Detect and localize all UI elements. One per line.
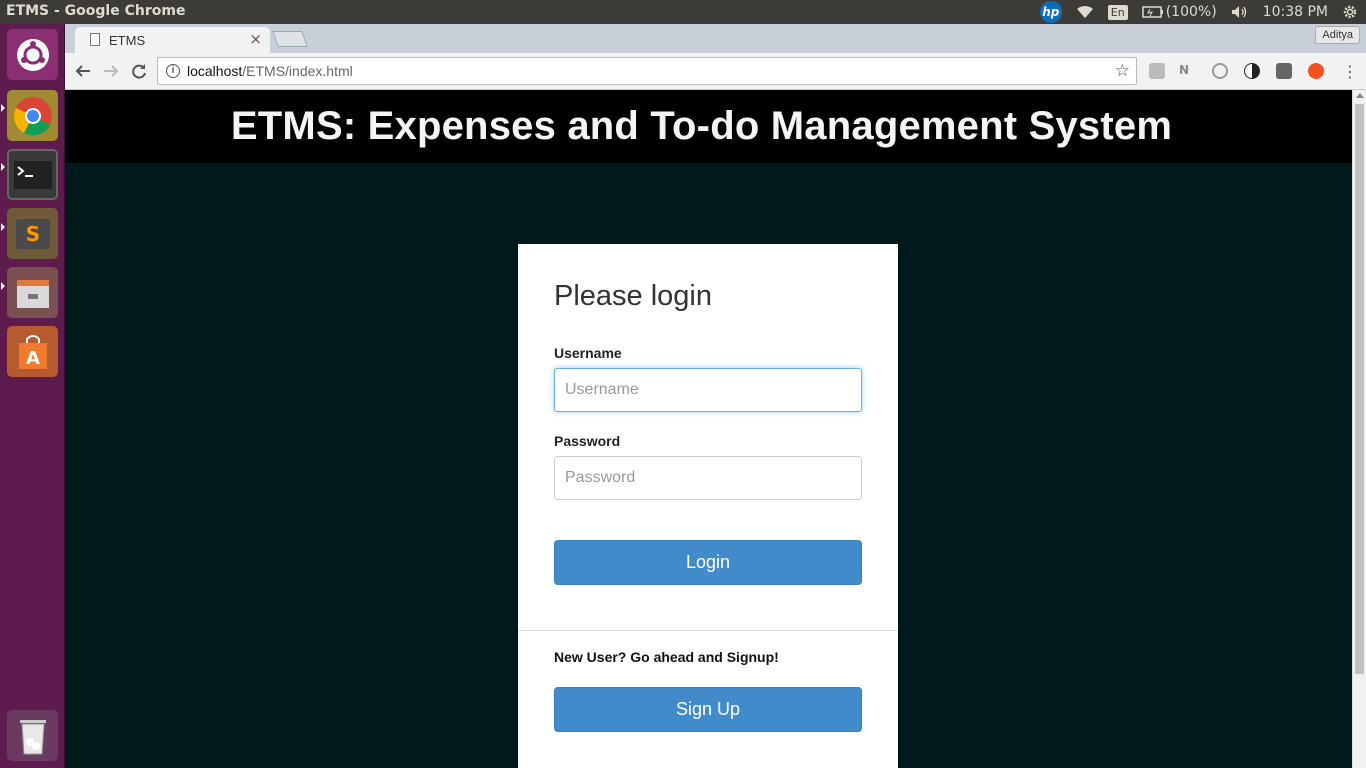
- svg-text:S: S: [25, 222, 39, 246]
- menu-kebab-icon[interactable]: ⋮: [1339, 60, 1361, 82]
- url-host: localhost: [187, 63, 243, 79]
- running-indicator: [1, 223, 5, 231]
- settings-gear-icon[interactable]: [1342, 4, 1358, 20]
- window-title: ETMS - Google Chrome: [6, 3, 186, 19]
- running-indicator: [1, 104, 5, 112]
- running-indicator: [1, 163, 5, 171]
- ubuntu-dash-icon[interactable]: [7, 29, 58, 80]
- tab-close-icon[interactable]: ×: [249, 30, 262, 48]
- battery-percent: (100%): [1165, 4, 1217, 20]
- scrollbar-thumb[interactable]: [1355, 104, 1364, 674]
- divider: [518, 630, 898, 631]
- launcher: S A: [0, 24, 65, 768]
- battery-icon: [1141, 6, 1163, 18]
- page-header: ETMS: Expenses and To-do Management Syst…: [65, 90, 1352, 163]
- page-favicon-icon: [90, 33, 100, 46]
- password-input[interactable]: [554, 456, 862, 500]
- running-indicator: [1, 282, 5, 290]
- battery-indicator[interactable]: (100%): [1141, 4, 1217, 20]
- chrome-launcher-icon[interactable]: [7, 90, 58, 141]
- extension-blocker-icon[interactable]: [1308, 63, 1324, 79]
- wifi-icon[interactable]: [1076, 5, 1094, 19]
- trash-launcher-icon[interactable]: [7, 710, 58, 761]
- url-path: /ETMS/index.html: [242, 63, 353, 79]
- forward-arrow-icon[interactable]: [100, 60, 122, 82]
- keyboard-language-indicator[interactable]: En: [1107, 4, 1128, 20]
- signup-button[interactable]: Sign Up: [554, 687, 862, 732]
- software-center-launcher-icon[interactable]: A: [7, 326, 58, 377]
- profile-button[interactable]: Aditya: [1315, 26, 1360, 44]
- login-button[interactable]: Login: [554, 540, 862, 585]
- volume-icon[interactable]: [1231, 5, 1249, 19]
- login-panel: Please login Username Password Login New…: [518, 244, 898, 768]
- indicator-area: hp En (100%) 10:38 PM: [1039, 0, 1358, 24]
- clock[interactable]: 10:38 PM: [1263, 4, 1328, 20]
- extension-image-icon[interactable]: [1149, 63, 1165, 79]
- address-url: localhost/ETMS/index.html: [187, 63, 353, 79]
- username-input[interactable]: [554, 368, 862, 412]
- extension-contrast-icon[interactable]: [1244, 63, 1260, 79]
- extension-notion-icon[interactable]: N: [1179, 63, 1195, 79]
- sublime-text-launcher-icon[interactable]: S: [7, 208, 58, 259]
- login-title: Please login: [554, 280, 712, 312]
- svg-text:A: A: [26, 348, 40, 369]
- new-tab-button[interactable]: [272, 31, 308, 47]
- back-arrow-icon[interactable]: [72, 60, 94, 82]
- extension-circle-icon[interactable]: [1212, 63, 1228, 79]
- page-viewport: ETMS: Expenses and To-do Management Syst…: [65, 90, 1352, 768]
- reload-icon[interactable]: [128, 60, 150, 82]
- address-bar[interactable]: i localhost/ETMS/index.html ☆: [157, 57, 1137, 85]
- scroll-up-arrow-icon[interactable]: [1356, 93, 1364, 98]
- terminal-launcher-icon[interactable]: [7, 149, 58, 200]
- tab-title: ETMS: [109, 33, 146, 48]
- system-top-panel: ETMS - Google Chrome hp En (100%) 10:38 …: [0, 0, 1366, 24]
- username-label: Username: [554, 345, 622, 361]
- browser-tab[interactable]: ETMS ×: [75, 27, 270, 53]
- page-scrollbar[interactable]: [1352, 90, 1366, 768]
- browser-tab-strip: ETMS × Aditya: [65, 24, 1366, 53]
- browser-toolbar: i localhost/ETMS/index.html ☆ N ⋮: [65, 53, 1366, 90]
- signup-prompt: New User? Go ahead and Signup!: [554, 649, 779, 665]
- files-launcher-icon[interactable]: [7, 267, 58, 318]
- page-title: ETMS: Expenses and To-do Management Syst…: [230, 104, 1173, 148]
- extension-pocket-icon[interactable]: [1276, 63, 1292, 79]
- site-info-icon[interactable]: i: [166, 64, 180, 78]
- hp-icon[interactable]: hp: [1039, 1, 1062, 23]
- password-label: Password: [554, 433, 621, 449]
- bookmark-star-icon[interactable]: ☆: [1115, 61, 1130, 81]
